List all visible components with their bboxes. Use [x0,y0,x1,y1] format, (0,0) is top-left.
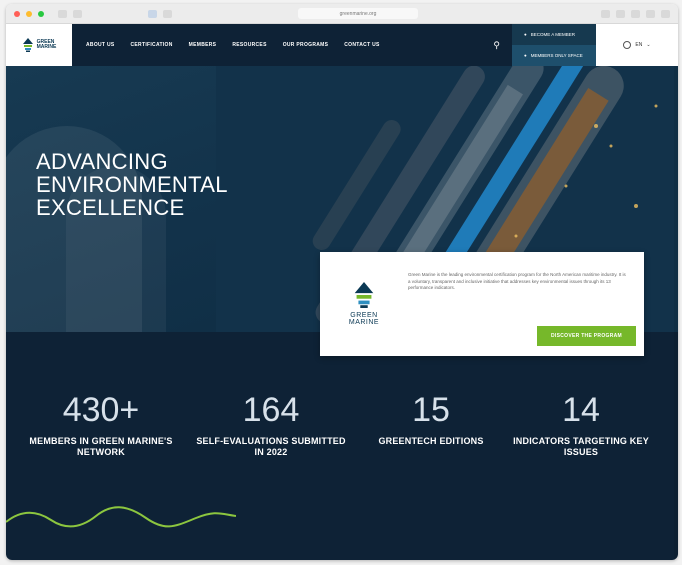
discover-program-button[interactable]: DISCOVER THE PROGRAM [536,326,636,346]
language-selector[interactable]: EN ⌄ [596,24,678,66]
stat-label: GREENTECH EDITIONS [378,436,484,446]
browser-actions [601,9,670,18]
minimize-window-icon[interactable] [26,10,32,17]
stat-greentech: 15 GREENTECH EDITIONS [356,392,506,447]
nav-contact-us[interactable]: CONTACT US [344,42,379,48]
hero-title-line-3: EXCELLENCE [36,195,185,220]
close-window-icon[interactable] [14,10,20,17]
members-space-label: MEMBERS ONLY SPACE [530,53,583,58]
browser-window: greenmarine.org GREEN MARINE ABOUT US CE… [6,4,678,560]
hero-title-line-2: ENVIRONMENTAL [36,172,228,197]
hero-title: ADVANCING ENVIRONMENTAL EXCELLENCE [36,150,228,219]
search-icon[interactable]: ⚲ [493,40,500,51]
main-nav: ABOUT US CERTIFICATION MEMBERS RESOURCES… [72,24,512,66]
hero-title-line-1: ADVANCING [36,149,168,174]
members-space-button[interactable]: ● MEMBERS ONLY SPACE [512,45,596,66]
card-logo-line-1: GREEN [350,312,378,319]
stat-number: 15 [412,391,450,429]
become-member-label: BECOME A MEMBER [530,32,575,37]
stats-section: 430+ MEMBERS IN GREEN MARINE'S NETWORK 1… [6,332,678,560]
green-wave-decoration [6,506,236,528]
user-icon: ● [524,53,527,58]
back-icon[interactable] [73,9,82,18]
stat-label: INDICATORS TARGETING KEY ISSUES [513,436,649,457]
stat-indicators: 14 INDICATORS TARGETING KEY ISSUES [506,392,656,458]
header-cta-group: ● BECOME A MEMBER ● MEMBERS ONLY SPACE [512,24,596,66]
scrollbar[interactable] [674,66,678,560]
stat-label: SELF-EVALUATIONS SUBMITTED IN 2022 [196,436,346,457]
stat-number: 430+ [62,391,140,429]
new-tab-icon[interactable] [646,9,655,18]
become-member-button[interactable]: ● BECOME A MEMBER [512,24,596,45]
nav-resources[interactable]: RESOURCES [232,42,266,48]
nav-our-programs[interactable]: OUR PROGRAMS [283,42,329,48]
stat-members: 430+ MEMBERS IN GREEN MARINE'S NETWORK [26,392,176,458]
download-icon[interactable] [616,9,625,18]
site-header: GREEN MARINE ABOUT US CERTIFICATION MEMB… [6,24,678,66]
green-marine-logo-icon [354,282,374,308]
browser-toolbar: greenmarine.org [6,4,678,24]
logo-line-2: MARINE [36,44,57,50]
share-icon[interactable] [631,9,640,18]
nav-certification[interactable]: CERTIFICATION [131,42,173,48]
tabs-overview-icon[interactable] [661,9,670,18]
program-info-card: GREEN MARINE Green Marine is the leading… [320,252,644,356]
stat-label: MEMBERS IN GREEN MARINE'S NETWORK [29,436,173,457]
card-logo-text: GREEN MARINE [349,312,379,326]
language-label: EN [635,42,643,48]
reader-icon[interactable] [601,9,610,18]
url-text: greenmarine.org [339,10,377,17]
maximize-window-icon[interactable] [38,10,44,17]
nav-members[interactable]: MEMBERS [189,42,217,48]
nav-about-us[interactable]: ABOUT US [86,42,115,48]
green-marine-logo-icon [22,38,33,52]
card-logo: GREEN MARINE [336,266,392,342]
handshake-icon: ● [524,32,527,37]
chevron-down-icon: ⌄ [646,42,651,48]
address-bar[interactable]: greenmarine.org [298,8,418,19]
extension-icon[interactable] [163,9,172,18]
site-logo[interactable]: GREEN MARINE [6,24,72,66]
stat-number: 14 [562,391,600,429]
globe-icon [623,41,632,49]
sidebar-toggle-icon[interactable] [58,9,67,18]
logo-text: GREEN MARINE [37,40,57,50]
stat-number: 164 [242,391,300,429]
card-logo-line-2: MARINE [348,319,380,326]
stat-self-evaluations: 164 SELF-EVALUATIONS SUBMITTED IN 2022 [196,392,346,458]
shield-icon[interactable] [148,9,157,18]
